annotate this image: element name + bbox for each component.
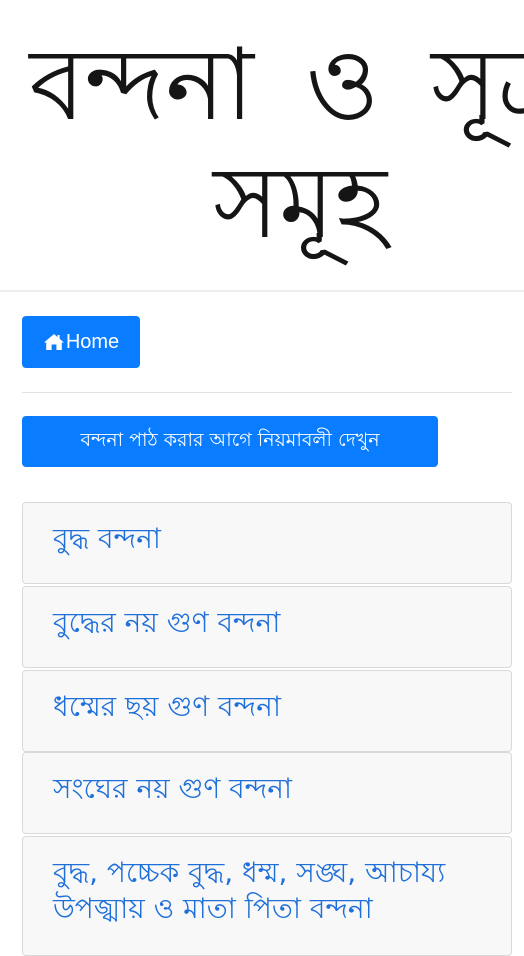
list-item-buddha-vandana[interactable]: বুদ্ধ বন্দনা <box>22 502 512 584</box>
list-item-dhamma-six-qualities[interactable]: ধম্মের ছয় গুণ বন্দনা <box>22 670 512 752</box>
page-header: বন্দনা ও সূত্র সমূহ <box>0 0 524 292</box>
home-icon <box>43 333 65 351</box>
home-button[interactable]: Home <box>22 316 140 368</box>
page-title: বন্দনা ও সূত্র সমূহ <box>29 26 524 261</box>
divider <box>22 392 512 393</box>
list-item-buddha-nine-qualities[interactable]: বুদ্ধের নয় গুণ বন্দনা <box>22 586 512 668</box>
home-button-label: Home <box>65 330 120 353</box>
rules-button[interactable]: বন্দনা পাঠ করার আগে নিয়মাবলী দেখুন <box>22 416 438 467</box>
list-item-sangha-nine-qualities[interactable]: সংঘের নয় গুণ বন্দনা <box>22 752 512 834</box>
list-item-combined-vandana[interactable]: বুদ্ধ, পচ্চেক বুদ্ধ, ধম্ম, সঙ্ঘ, আচায্য … <box>22 836 512 956</box>
